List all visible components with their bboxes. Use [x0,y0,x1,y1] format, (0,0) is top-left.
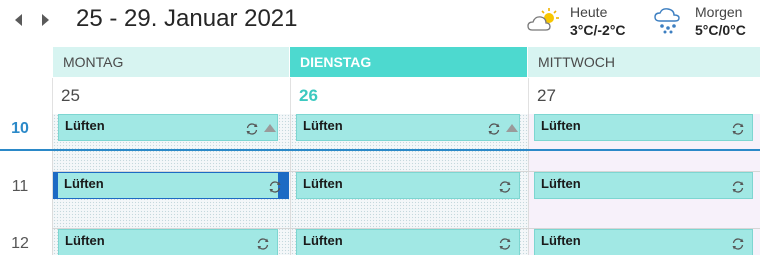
weather-today[interactable]: Heute 3°C/-2°C [527,2,647,42]
chevron-right-icon [42,14,49,26]
event-title: Lüften [541,233,581,248]
calendar-event[interactable]: Lüften [296,114,520,141]
calendar-event[interactable]: Lüften [296,229,520,255]
weather-tomorrow-label: Morgen [695,4,743,20]
weather-tomorrow[interactable]: Morgen 5°C/0°C [653,2,760,42]
recurring-icon [257,238,269,250]
current-time-indicator [0,149,760,151]
weather-today-label: Heute [570,4,608,20]
calendar-event[interactable]: Lüften [534,229,753,255]
recurring-icon [732,181,744,193]
date-range-title: 25 - 29. Januar 2021 [76,5,298,32]
calendar-event[interactable]: Lüften [534,172,753,199]
next-week-button[interactable] [40,12,52,28]
date-number-wednesday[interactable]: 27 [528,78,760,114]
partly-sunny-icon [527,8,559,31]
recurring-icon [488,123,500,135]
recurring-icon [499,181,511,193]
calendar-event[interactable]: Lüften [58,229,278,255]
event-title: Lüften [65,118,105,133]
chevron-left-icon [15,14,22,26]
weather-today-temp: 3°C/-2°C [570,22,626,38]
recurring-icon [246,123,258,135]
event-title: Lüften [303,118,343,133]
event-title: Lüften [541,118,581,133]
calendar-event-selected[interactable]: Lüften [53,172,289,199]
day-header-wednesday[interactable]: MITTWOCH [528,47,760,77]
event-title: Lüften [64,176,104,191]
snow-icon [654,8,680,34]
day-header-tuesday[interactable]: DIENSTAG [290,47,527,77]
event-title: Lüften [65,233,105,248]
event-title: Lüften [303,176,343,191]
recurring-icon [499,238,511,250]
event-title: Lüften [303,233,343,248]
weather-tomorrow-temp: 5°C/0°C [695,22,746,38]
warning-marker-icon [264,124,276,132]
calendar-event[interactable]: Lüften [296,172,520,199]
hour-label-11: 11 [11,178,29,195]
date-number-monday[interactable]: 25 [52,78,290,114]
date-number-tuesday[interactable]: 26 [290,78,528,114]
recurring-icon [732,238,744,250]
calendar-event[interactable]: Lüften [534,114,753,141]
calendar-event[interactable]: Lüften [58,114,278,141]
hour-label-10: 10 [11,120,29,137]
day-header-monday[interactable]: MONTAG [53,47,289,77]
hour-label-12: 12 [11,235,29,252]
recurring-icon [732,123,744,135]
event-title: Lüften [541,176,581,191]
recurring-icon [269,181,281,193]
warning-marker-icon [506,124,518,132]
previous-week-button[interactable] [12,12,24,28]
